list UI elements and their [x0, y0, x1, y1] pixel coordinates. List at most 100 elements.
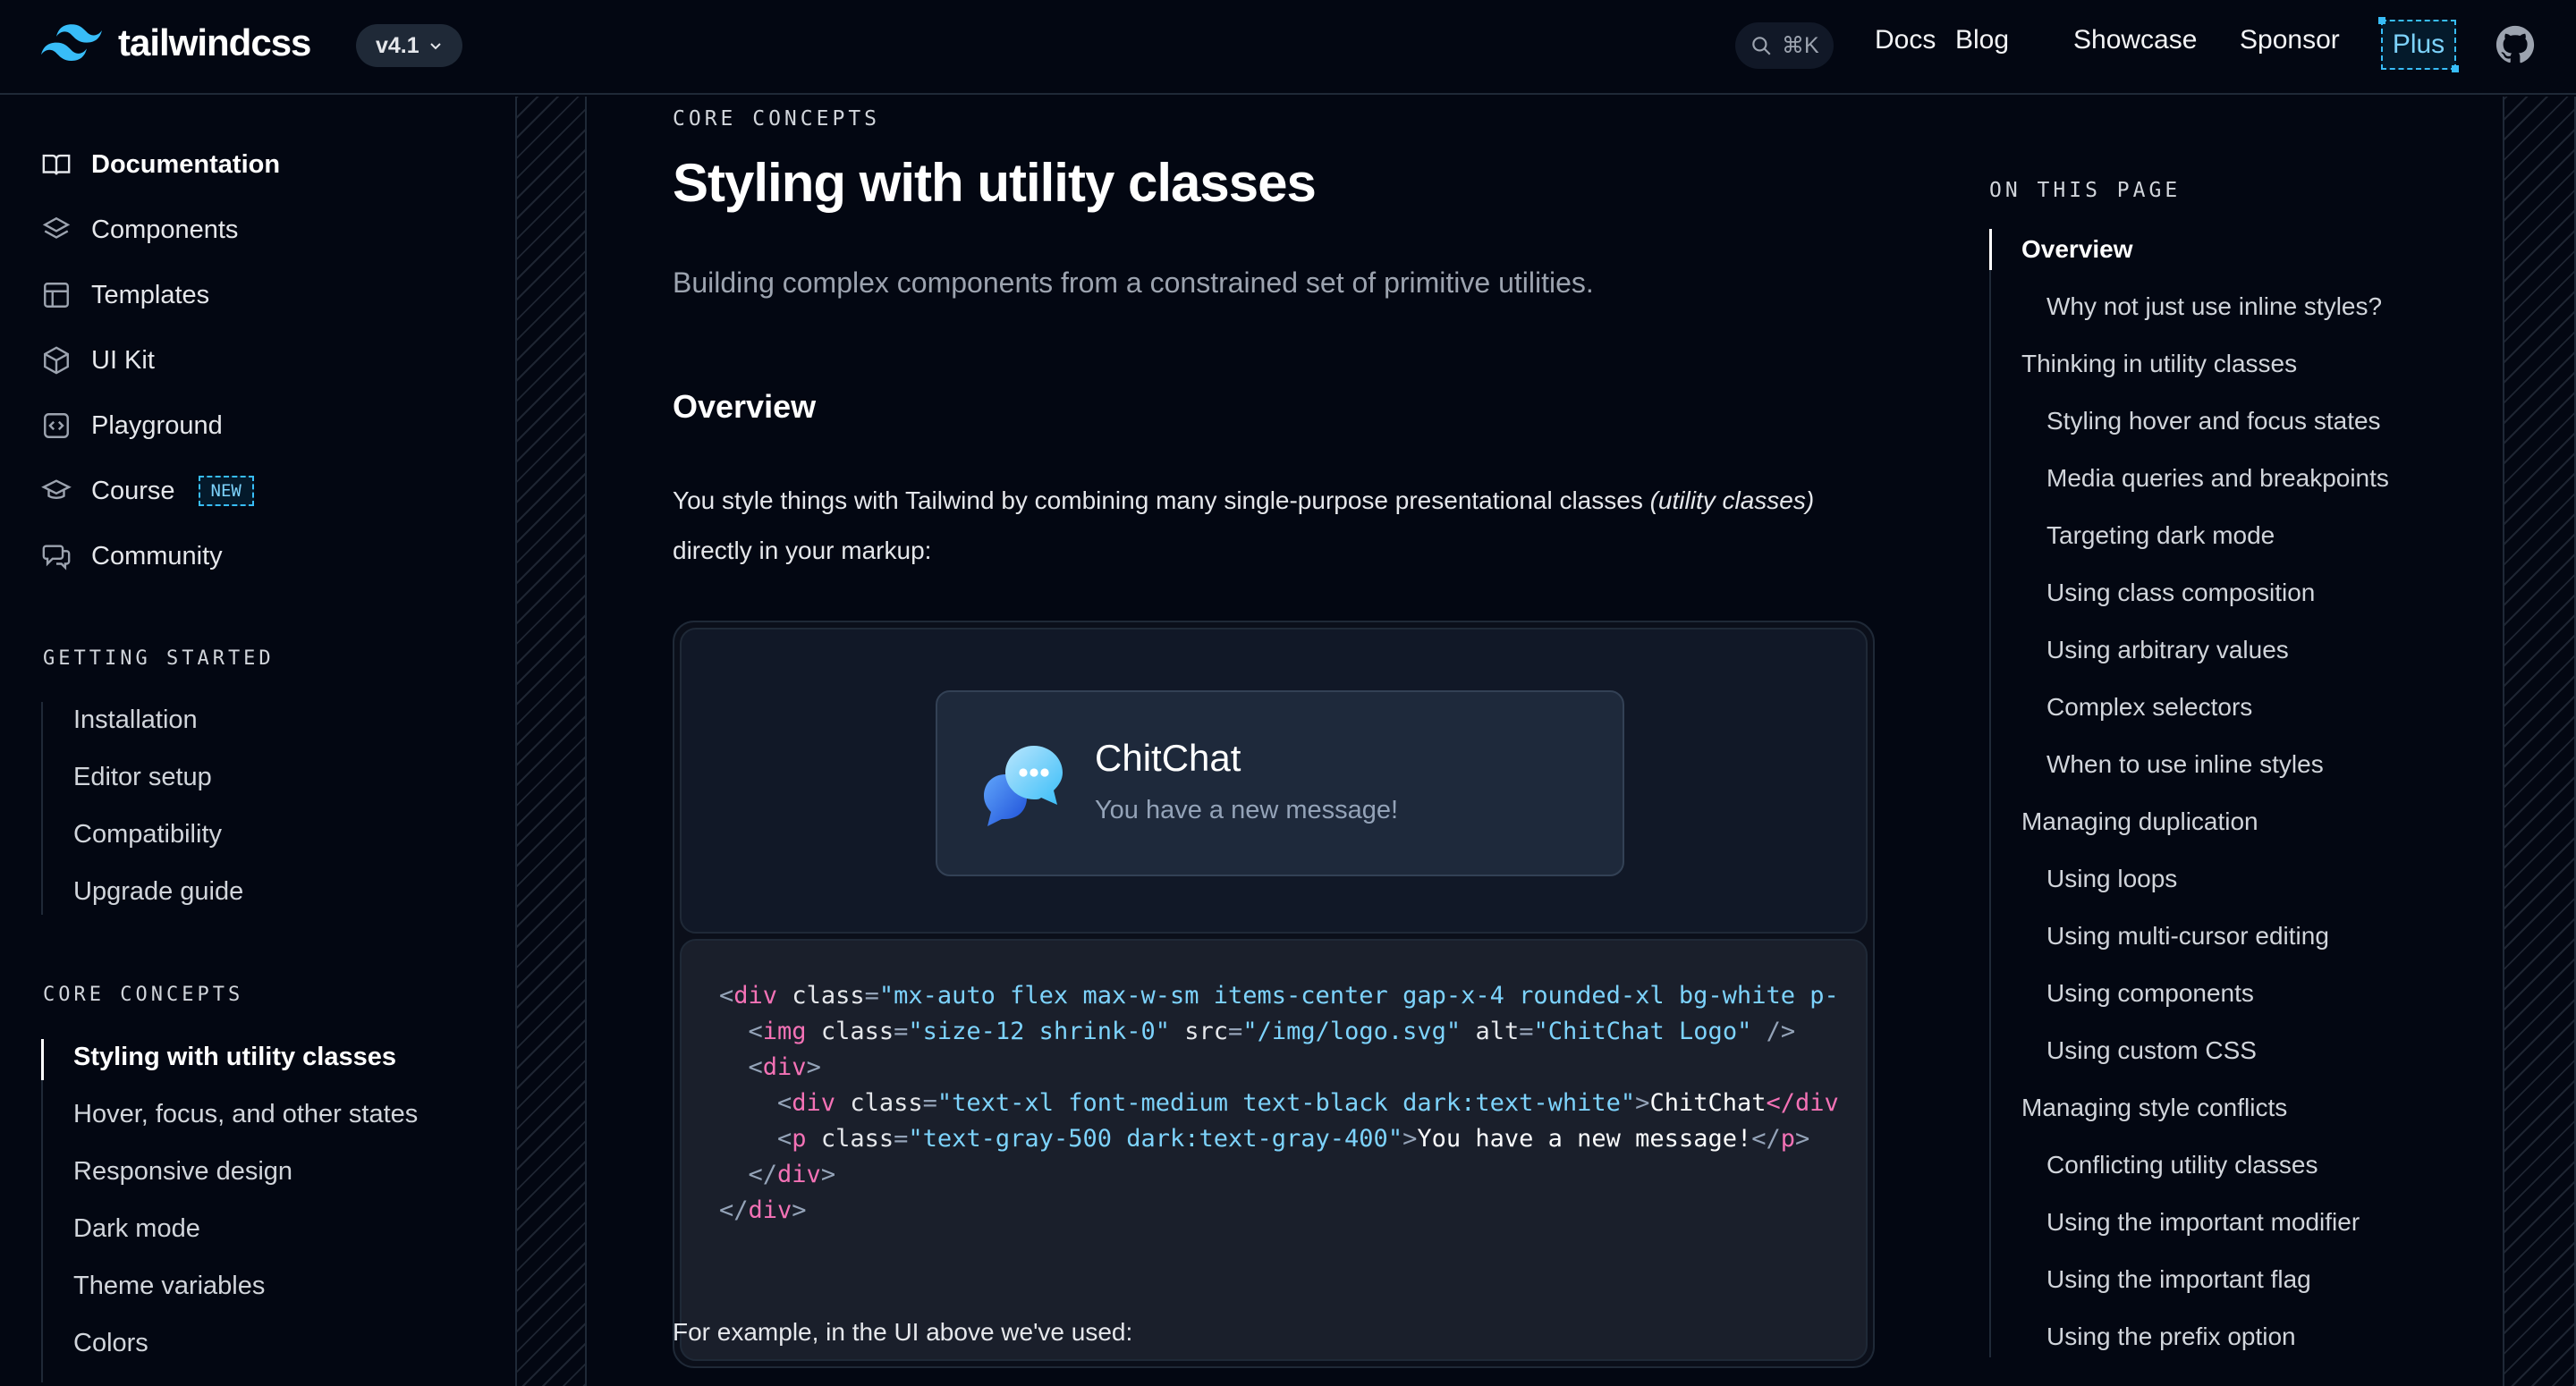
toc-item[interactable]: Why not just use inline styles? — [1991, 286, 2490, 343]
toc-item[interactable]: Thinking in utility classes — [1991, 343, 2490, 401]
sidebar-link-colors[interactable]: Colors — [43, 1325, 418, 1382]
sidebar-link-upgrade-guide[interactable]: Upgrade guide — [43, 874, 243, 915]
code-tag: img — [762, 1018, 807, 1045]
code-punct: > — [820, 1161, 836, 1188]
core-concepts-list: Styling with utility classes Hover, focu… — [40, 1039, 418, 1382]
sidebar-item-ui-kit[interactable]: UI Kit — [41, 342, 155, 378]
left-sidebar: Documentation Components Templates UI Ki… — [0, 97, 515, 1386]
sidebar-item-components[interactable]: Components — [41, 212, 238, 248]
code-quote: " — [1242, 1018, 1258, 1045]
code-punct: > — [1635, 1089, 1650, 1117]
toc-item[interactable]: Using the important flag — [1991, 1259, 2490, 1316]
code-punct: = — [922, 1089, 937, 1117]
nav-docs[interactable]: Docs — [1875, 25, 1936, 55]
code-attr: alt — [1475, 1018, 1520, 1045]
para-text: You style things with Tailwind by combin… — [673, 486, 1650, 514]
sidebar-link-theme-variables[interactable]: Theme variables — [43, 1268, 418, 1325]
toc-item[interactable]: Media queries and breakpoints — [1991, 458, 2490, 515]
code-punct: < — [748, 1053, 763, 1081]
chitchat-title: ChitChat — [1095, 737, 1241, 779]
code-attr: class — [820, 1018, 894, 1045]
nav-sponsor[interactable]: Sponsor — [2240, 25, 2340, 55]
code-tag: div — [792, 1089, 836, 1117]
sidebar-link-dark-mode[interactable]: Dark mode — [43, 1211, 418, 1268]
code-quote: " — [1533, 1018, 1548, 1045]
code-quote: " — [936, 1089, 953, 1117]
code-text: ChitChat — [1649, 1089, 1767, 1117]
code-text: You have a new message! — [1417, 1125, 1752, 1153]
toc-item[interactable]: Using the important modifier — [1991, 1202, 2490, 1259]
code-tag: div — [733, 982, 778, 1010]
section-heading-overview[interactable]: Overview — [673, 388, 816, 426]
github-icon[interactable] — [2496, 25, 2535, 64]
code-attr: class — [792, 982, 865, 1010]
nav-blog[interactable]: Blog — [1955, 25, 2009, 55]
sidebar-item-label: Course — [91, 476, 175, 505]
toc-item[interactable]: Using custom CSS — [1991, 1030, 2490, 1087]
page-lead: Building complex components from a const… — [673, 266, 1594, 299]
toc-item[interactable]: Using components — [1991, 973, 2490, 1030]
version-selector[interactable]: v4.1 — [356, 24, 462, 67]
toc-item[interactable]: Using the prefix option — [1991, 1316, 2490, 1357]
sidebar-link-responsive-design[interactable]: Responsive design — [43, 1154, 418, 1211]
code-line: <div class="mx-auto flex max-w-sm items-… — [719, 978, 1839, 1014]
code-punct: = — [864, 982, 879, 1010]
sidebar-link-editor-setup[interactable]: Editor setup — [43, 759, 243, 816]
code-tag: </div — [1766, 1089, 1839, 1117]
code-punct: </ — [748, 1161, 778, 1188]
toc-item[interactable]: Conflicting utility classes — [1991, 1145, 2490, 1202]
toc-title: ON THIS PAGE — [1989, 179, 2182, 202]
code-quote: " — [1387, 1125, 1403, 1153]
box-icon — [44, 346, 69, 375]
sidebar-link-installation[interactable]: Installation — [43, 702, 243, 759]
nav-plus[interactable]: Plus — [2378, 17, 2459, 72]
toc-item[interactable]: Managing duplication — [1991, 801, 2490, 858]
brand-logo[interactable]: tailwindcss — [41, 21, 311, 64]
chitchat-card: ChitChat You have a new message! — [936, 690, 1624, 876]
code-string: /img/logo.svg — [1257, 1018, 1446, 1045]
code-tag: div — [762, 1053, 807, 1081]
toc-item[interactable]: When to use inline styles — [1991, 744, 2490, 801]
page-eyebrow: CORE CONCEPTS — [673, 107, 881, 131]
toc-item[interactable]: Managing style conflicts — [1991, 1087, 2490, 1145]
toc-item[interactable]: Complex selectors — [1991, 687, 2490, 744]
code-string: text-xl font-medium text-black dark:text… — [952, 1089, 1621, 1117]
toc-item[interactable]: Using loops — [1991, 858, 2490, 916]
sidebar-item-label: Components — [91, 215, 239, 244]
chat-bubbles-icon — [42, 545, 71, 570]
code-tag: div — [777, 1161, 821, 1188]
sidebar-item-playground[interactable]: Playground — [41, 408, 223, 444]
toc-item[interactable]: Styling hover and focus states — [1991, 401, 2490, 458]
code-line: <img class="size-12 shrink-0" src="/img/… — [719, 1014, 1839, 1050]
code-punct: < — [777, 1125, 792, 1153]
new-badge: NEW — [198, 476, 254, 506]
toc-item[interactable]: Using multi-cursor editing — [1991, 916, 2490, 973]
nav-showcase[interactable]: Showcase — [2073, 25, 2197, 55]
toc-item[interactable]: Using class composition — [1991, 572, 2490, 630]
example-preview: ChitChat You have a new message! — [680, 628, 1868, 934]
sidebar-item-community[interactable]: Community — [41, 538, 223, 574]
toc-item[interactable]: Overview — [1989, 229, 2490, 286]
sidebar-link-compatibility[interactable]: Compatibility — [43, 816, 243, 874]
sidebar-link-styling-utility-classes[interactable]: Styling with utility classes — [40, 1039, 418, 1096]
code-punct: /> — [1751, 1018, 1796, 1045]
table-of-contents: ON THIS PAGE Overview Why not just use in… — [1973, 97, 2501, 1386]
sidebar-item-templates[interactable]: Templates — [41, 277, 209, 313]
sidebar-link-hover-focus[interactable]: Hover, focus, and other states — [43, 1096, 418, 1154]
search-button[interactable]: ⌘K — [1735, 22, 1834, 69]
code-quote: " — [908, 1125, 923, 1153]
sidebar-item-course[interactable]: Course NEW — [41, 473, 254, 509]
version-label: v4.1 — [376, 32, 419, 58]
code-string: text-gray-500 dark:text-gray-400 — [922, 1125, 1388, 1153]
code-block[interactable]: <div class="mx-auto flex max-w-sm items-… — [680, 939, 1868, 1361]
toc-item[interactable]: Using arbitrary values — [1991, 630, 2490, 687]
sidebar-item-documentation[interactable]: Documentation — [41, 147, 280, 182]
code-attr: class — [850, 1089, 923, 1117]
toc-item[interactable]: Targeting dark mode — [1991, 515, 2490, 572]
